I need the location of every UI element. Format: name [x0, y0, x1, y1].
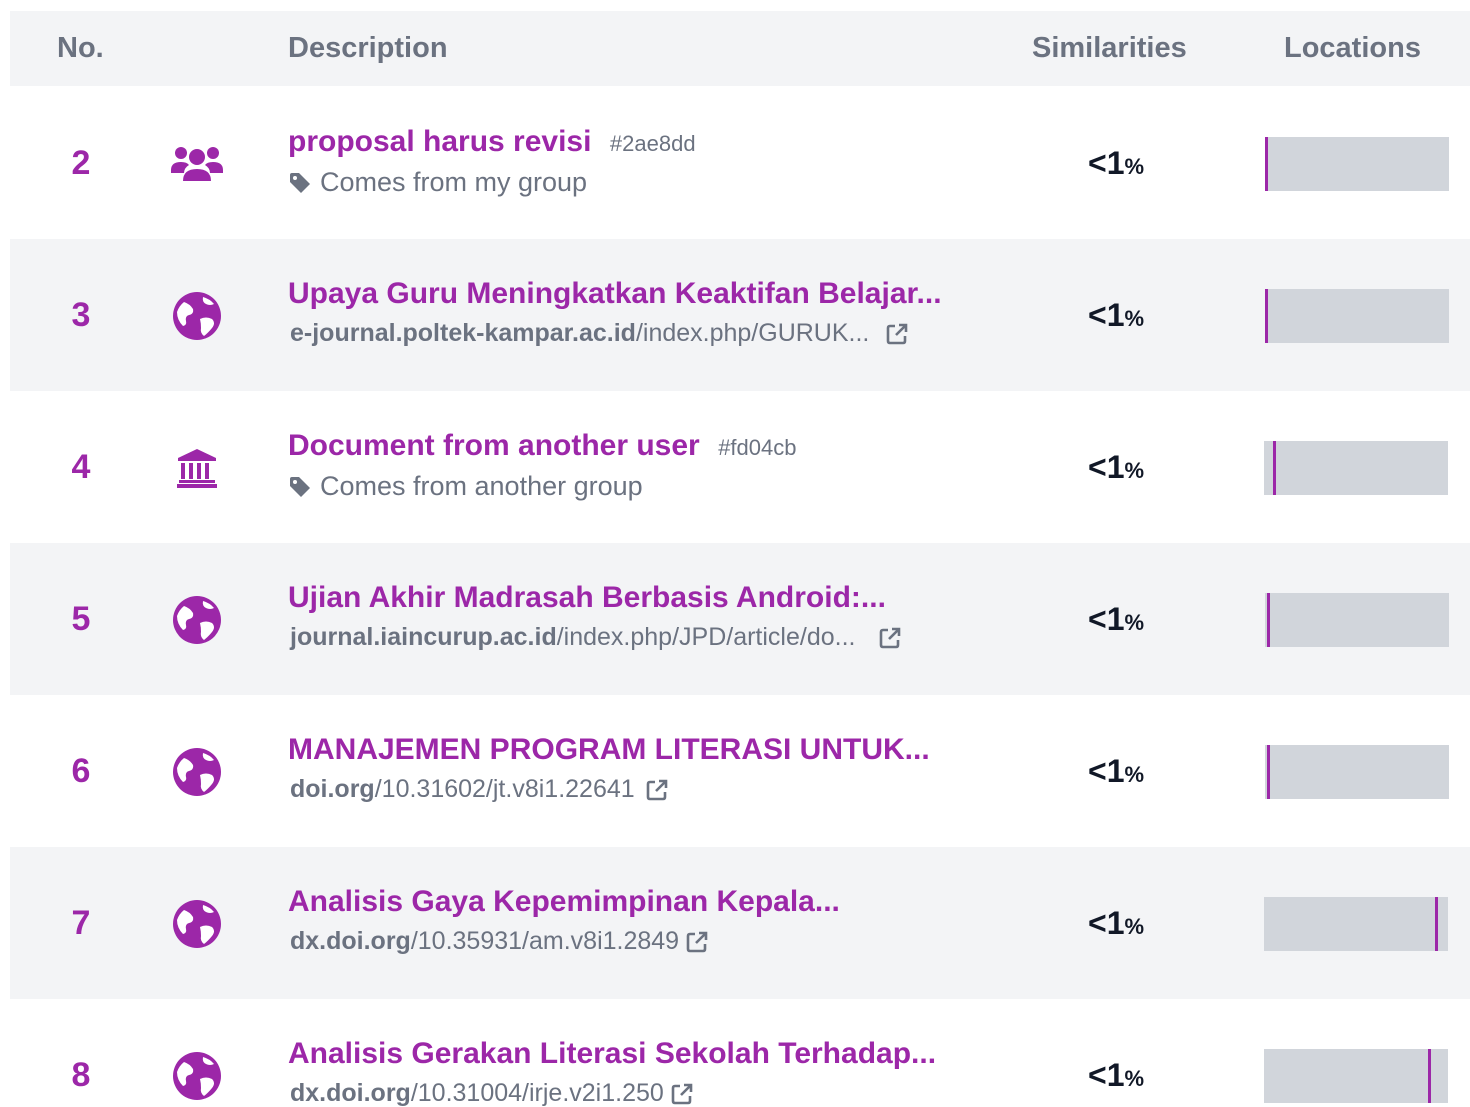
row-number: 3	[71, 296, 91, 334]
location-bar[interactable]	[1264, 441, 1448, 495]
row-number: 8	[71, 1056, 91, 1094]
source-title-link[interactable]: Analisis Gerakan Literasi Sekolah Terhad…	[288, 1037, 936, 1070]
url-path: /index.php/GURUK...	[635, 319, 870, 347]
row-number: 4	[71, 448, 91, 486]
location-mark	[1267, 593, 1270, 647]
similarity-value: <1%	[1088, 543, 1144, 695]
url-domain: e-journal.poltek-kampar.ac.id	[290, 319, 636, 347]
globe-icon	[170, 289, 224, 343]
row-number: 6	[71, 752, 91, 790]
location-bar[interactable]	[1264, 1049, 1448, 1103]
source-tag-label: Comes from another group	[320, 471, 643, 501]
source-tag: Comes from another group	[288, 471, 643, 502]
source-url[interactable]: e-journal.poltek-kampar.ac.id/index.php/…	[290, 319, 909, 348]
similarity-value: <1%	[1088, 999, 1144, 1107]
similarity-number: <1	[1088, 449, 1125, 485]
location-mark	[1428, 1049, 1431, 1103]
location-mark	[1265, 137, 1268, 191]
source-title-link[interactable]: Upaya Guru Meningkatkan Keaktifan Belaja…	[288, 277, 942, 310]
globe-icon	[170, 1049, 224, 1103]
url-domain: journal.iaincurup.ac.id	[290, 623, 557, 651]
url-path: /10.31004/irje.v2i1.250	[410, 1079, 664, 1107]
url-domain: dx.doi.org	[290, 1079, 411, 1107]
url-domain: doi.org	[290, 775, 375, 803]
source-title-link[interactable]: Ujian Akhir Madrasah Berbasis Android:..…	[288, 581, 886, 614]
percent-sign: %	[1124, 458, 1145, 483]
source-title-link[interactable]: Analisis Gaya Kepemimpinan Kepala...	[288, 885, 840, 918]
percent-sign: %	[1124, 914, 1145, 939]
external-link-icon[interactable]	[670, 1082, 694, 1106]
table-row[interactable]: 8 Analisis Gerakan Literasi Sekolah Terh…	[10, 999, 1470, 1107]
location-mark	[1273, 441, 1276, 495]
percent-sign: %	[1124, 610, 1145, 635]
row-number: 2	[71, 144, 91, 182]
similarity-value: <1%	[1088, 847, 1144, 999]
row-number: 5	[71, 600, 91, 638]
location-bar[interactable]	[1265, 289, 1449, 343]
header-locations: Locations	[1284, 32, 1421, 64]
url-path: /index.php/JPD/article/do...	[556, 623, 856, 651]
tag-icon	[288, 171, 312, 195]
similarity-number: <1	[1088, 753, 1125, 789]
similarity-value: <1%	[1088, 391, 1144, 543]
percent-sign: %	[1124, 762, 1145, 787]
source-title-link[interactable]: MANAJEMEN PROGRAM LITERASI UNTUK...	[288, 733, 930, 766]
percent-sign: %	[1124, 154, 1145, 179]
table-row[interactable]: 2 proposal harus revisi #2ae8dd Comes fr…	[10, 87, 1470, 239]
url-path: /10.35931/am.v8i1.2849	[410, 927, 680, 955]
source-url[interactable]: doi.org/10.31602/jt.v8i1.22641	[290, 775, 669, 804]
location-mark	[1265, 289, 1268, 343]
similarity-value: <1%	[1088, 239, 1144, 391]
percent-sign: %	[1124, 1066, 1145, 1091]
source-url[interactable]: dx.doi.org/10.35931/am.v8i1.2849	[290, 927, 709, 956]
table-row[interactable]: 5 Ujian Akhir Madrasah Berbasis Android:…	[10, 543, 1470, 695]
table-row[interactable]: 4 Document from another user #fd04cb Com…	[10, 391, 1470, 543]
globe-icon	[170, 593, 224, 647]
url-path: /10.31602/jt.v8i1.22641	[374, 775, 635, 803]
url-domain: dx.doi.org	[290, 927, 411, 955]
source-title-link[interactable]: proposal harus revisi	[288, 125, 591, 158]
external-link-icon[interactable]	[685, 930, 709, 954]
location-bar[interactable]	[1265, 593, 1449, 647]
table-row[interactable]: 3 Upaya Guru Meningkatkan Keaktifan Bela…	[10, 239, 1470, 391]
source-url[interactable]: dx.doi.org/10.31004/irje.v2i1.250	[290, 1079, 694, 1107]
source-tag-label: Comes from my group	[320, 167, 588, 197]
users-icon	[170, 137, 224, 191]
globe-icon	[170, 897, 224, 951]
row-number: 7	[71, 904, 91, 942]
table-row[interactable]: 6 MANAJEMEN PROGRAM LITERASI UNTUK... do…	[10, 695, 1470, 847]
external-link-icon[interactable]	[878, 626, 902, 650]
institution-icon	[170, 441, 224, 495]
similarity-number: <1	[1088, 1057, 1125, 1093]
header-description: Description	[288, 32, 448, 64]
source-hash: #fd04cb	[718, 435, 797, 460]
header-no: No.	[57, 32, 104, 64]
table-row[interactable]: 7 Analisis Gaya Kepemimpinan Kepala... d…	[10, 847, 1470, 999]
external-link-icon[interactable]	[885, 322, 909, 346]
header-similarities[interactable]: Similarities	[1032, 11, 1187, 86]
sources-table: No. Description Similarities Locations 2…	[0, 0, 1470, 1107]
globe-icon	[170, 745, 224, 799]
similarity-number: <1	[1088, 297, 1125, 333]
location-mark	[1267, 745, 1270, 799]
similarity-value: <1%	[1088, 695, 1144, 847]
table-header: No. Description Similarities Locations	[10, 11, 1470, 86]
source-tag: Comes from my group	[288, 167, 587, 198]
source-title-link[interactable]: Document from another user	[288, 429, 700, 462]
similarity-number: <1	[1088, 145, 1125, 181]
source-hash: #2ae8dd	[609, 131, 696, 156]
location-bar[interactable]	[1265, 137, 1449, 191]
percent-sign: %	[1124, 306, 1145, 331]
location-bar[interactable]	[1265, 745, 1449, 799]
similarity-number: <1	[1088, 905, 1125, 941]
external-link-icon[interactable]	[645, 778, 669, 802]
similarity-value: <1%	[1088, 87, 1144, 239]
location-bar[interactable]	[1264, 897, 1448, 951]
tag-icon	[288, 475, 312, 499]
source-url[interactable]: journal.iaincurup.ac.id/index.php/JPD/ar…	[290, 623, 902, 652]
location-mark	[1435, 897, 1438, 951]
similarity-number: <1	[1088, 601, 1125, 637]
